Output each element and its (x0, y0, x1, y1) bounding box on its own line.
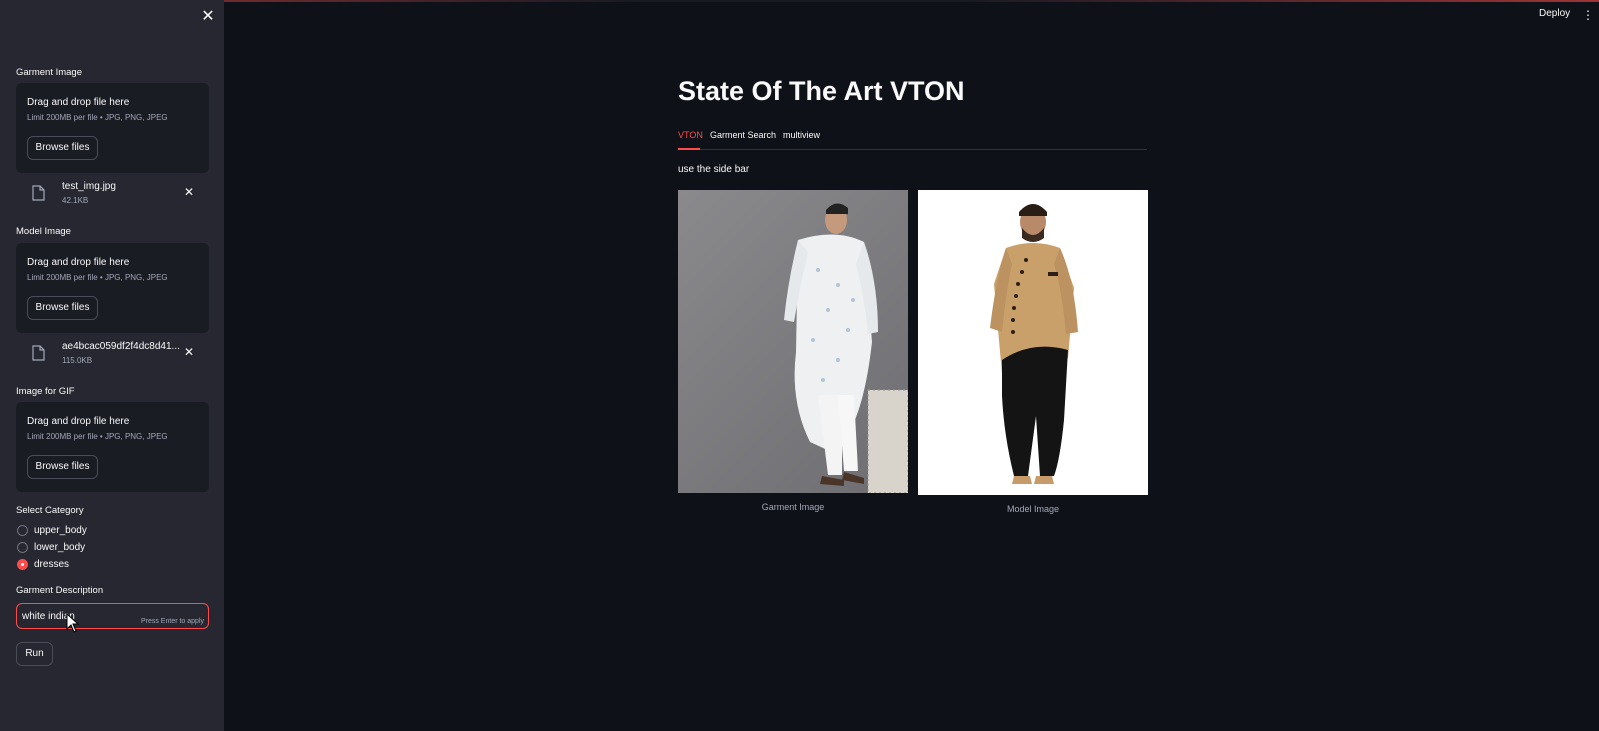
deploy-button[interactable]: Deploy (1539, 8, 1570, 19)
sidebar-hint: use the side bar (678, 164, 750, 175)
model-image-label: Model Image (16, 226, 71, 237)
gif-image-dropzone[interactable]: Drag and drop file here Limit 200MB per … (16, 402, 209, 492)
radio-label: dresses (34, 558, 70, 570)
active-tab-indicator (678, 148, 700, 150)
garment-image-dropzone[interactable]: Drag and drop file here Limit 200MB per … (16, 83, 209, 173)
main-menu-icon[interactable]: ⋮ (1582, 8, 1594, 22)
tab-multiview[interactable]: multiview (783, 130, 820, 140)
tab-garment-search[interactable]: Garment Search (710, 130, 776, 140)
dropzone-limit: Limit 200MB per file • JPG, PNG, JPEG (27, 113, 168, 122)
garment-file-size: 42.1KB (62, 196, 89, 205)
top-decoration-line (0, 0, 1599, 2)
file-icon (32, 185, 45, 201)
close-sidebar-icon[interactable]: ✕ (199, 8, 217, 26)
model-image-caption: Model Image (1006, 504, 1060, 514)
garment-image-label: Garment Image (16, 67, 82, 78)
model-photo (990, 204, 1078, 484)
tab-bar: VTON Garment Search multiview (678, 128, 1147, 150)
file-icon (32, 345, 45, 361)
garment-browse-button[interactable]: Browse files (27, 136, 98, 160)
model-file-size: 115.0KB (62, 356, 93, 365)
radio-upper-body[interactable]: upper_body (17, 523, 87, 537)
remove-model-file-icon[interactable]: ✕ (184, 345, 194, 359)
description-label: Garment Description (16, 585, 104, 596)
garment-image (678, 190, 908, 493)
model-image-dropzone[interactable]: Drag and drop file here Limit 200MB per … (16, 243, 209, 333)
dropzone-limit: Limit 200MB per file • JPG, PNG, JPEG (27, 432, 168, 441)
gif-browse-button[interactable]: Browse files (27, 455, 98, 479)
tab-vton[interactable]: VTON (678, 130, 703, 140)
model-image (918, 190, 1148, 495)
dropzone-limit: Limit 200MB per file • JPG, PNG, JPEG (27, 273, 168, 282)
category-label: Select Category (16, 505, 84, 516)
model-file-name: ae4bcac059df2f4dc8d41... (62, 341, 180, 352)
model-browse-button[interactable]: Browse files (27, 296, 98, 320)
dropzone-title: Drag and drop file here (27, 257, 130, 268)
radio-circle-selected[interactable] (17, 558, 28, 570)
garment-image-caption: Garment Image (761, 502, 825, 512)
run-button[interactable]: Run (16, 642, 53, 666)
sidebar: ✕ Garment Image Drag and drop file here … (0, 0, 224, 731)
radio-circle[interactable] (17, 541, 28, 553)
garment-photo (784, 203, 908, 493)
radio-lower-body[interactable]: lower_body (17, 540, 85, 554)
description-field[interactable]: Press Enter to apply (16, 603, 209, 629)
radio-label: lower_body (34, 541, 86, 553)
press-enter-hint: Press Enter to apply (140, 618, 204, 625)
mouse-pointer-icon (66, 613, 80, 633)
dropzone-title: Drag and drop file here (27, 97, 130, 108)
dropzone-title: Drag and drop file here (27, 416, 130, 427)
radio-dresses[interactable]: dresses (17, 557, 69, 571)
page-title: State Of The Art VTON (678, 76, 965, 106)
gif-image-label: Image for GIF (16, 386, 75, 397)
garment-file-name: test_img.jpg (62, 181, 116, 192)
radio-circle[interactable] (17, 524, 28, 536)
radio-label: upper_body (34, 524, 87, 536)
remove-garment-file-icon[interactable]: ✕ (184, 185, 194, 199)
